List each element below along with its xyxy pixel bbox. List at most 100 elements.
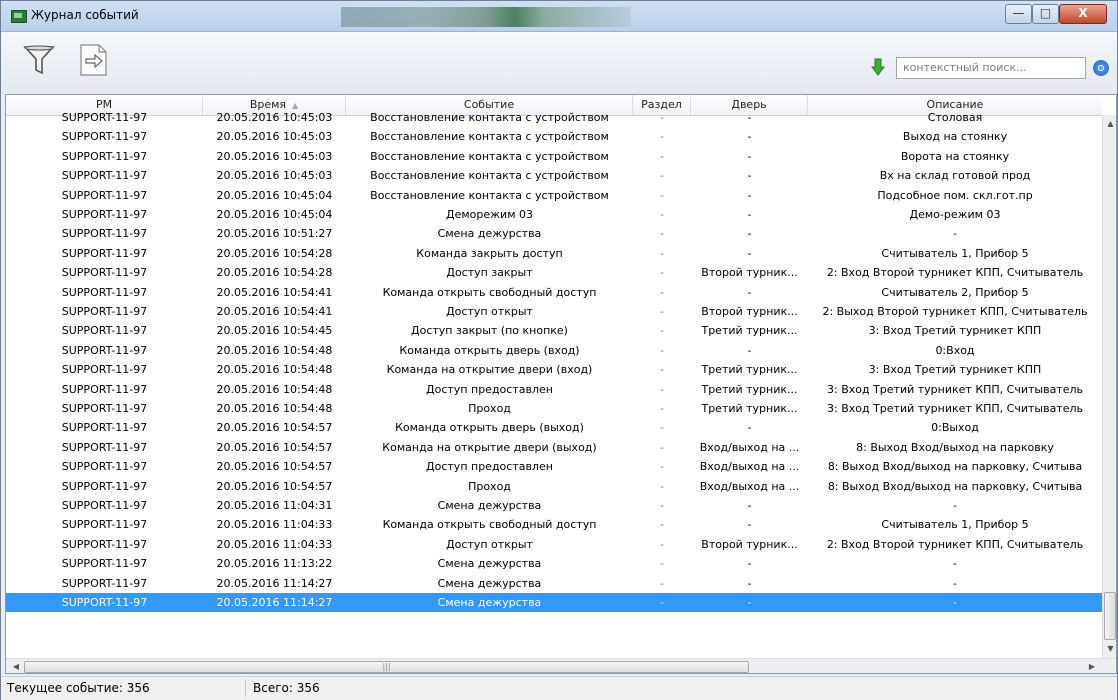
cell-section: - — [660, 324, 664, 338]
vertical-scroll-thumb[interactable] — [1104, 592, 1116, 640]
cell-time: 20.05.2016 10:45:03 — [216, 169, 333, 183]
cell-section: - — [660, 227, 664, 241]
table-row[interactable]: SUPPORT-11-97 20.05.2016 10:54:48 Команда … — [6, 341, 1102, 360]
cell-pm: SUPPORT-11-97 — [61, 421, 148, 435]
table-row[interactable]: SUPPORT-11-97 20.05.2016 10:54:45 Доступ з… — [6, 321, 1102, 340]
cell-pm: SUPPORT-11-97 — [61, 227, 148, 241]
cell-pm: SUPPORT-11-97 — [61, 169, 148, 183]
title-bar-background — [341, 7, 631, 27]
cell-door: - — [747, 518, 752, 532]
cell-description: 3: Вход Третий турникет КПП, Считыватель — [827, 402, 1083, 415]
cell-time: 20.05.2016 10:54:57 — [216, 479, 333, 493]
cell-pm: SUPPORT-11-97 — [61, 149, 148, 163]
table-row[interactable]: SUPPORT-11-97 20.05.2016 11:13:22 Смена де… — [6, 554, 1102, 573]
cell-event: Команда открыть дверь (вход) — [399, 343, 580, 357]
vertical-scrollbar[interactable]: ▲ ▼ — [1102, 115, 1116, 658]
filter-button[interactable] — [21, 42, 57, 78]
cell-pm: SUPPORT-11-97 — [61, 266, 148, 280]
table-row[interactable]: SUPPORT-11-97 20.05.2016 10:54:48 Доступ п… — [6, 380, 1102, 399]
cell-event: Деморежим 03 — [446, 208, 533, 221]
table-row[interactable]: SUPPORT-11-97 20.05.2016 10:45:03 Восстано… — [6, 147, 1102, 166]
minimize-button[interactable]: — — [1005, 4, 1032, 24]
cell-description: 0:Выход — [931, 421, 979, 435]
table-row[interactable]: SUPPORT-11-97 20.05.2016 10:54:57 Команда … — [6, 418, 1102, 437]
cell-event: Смена дежурства — [437, 499, 542, 512]
cell-description: Ворота на стоянку — [900, 149, 1010, 163]
table-row[interactable]: SUPPORT-11-97 20.05.2016 11:04:31 Смена де… — [6, 496, 1102, 515]
title-bar[interactable]: Журнал событий — □ X — [1, 1, 1117, 32]
cell-description: Выход на стоянку — [902, 130, 1008, 144]
cell-description: - — [953, 499, 957, 512]
table-row[interactable]: SUPPORT-11-97 20.05.2016 11:04:33 Доступ о… — [6, 535, 1102, 554]
scroll-right-icon[interactable]: ▶ — [1086, 661, 1098, 673]
cell-event: Проход — [468, 479, 511, 493]
cell-pm: SUPPORT-11-97 — [61, 557, 148, 571]
table-row[interactable]: SUPPORT-11-97 20.05.2016 10:54:41 Доступ о… — [6, 302, 1102, 321]
scroll-left-icon[interactable]: ◀ — [10, 661, 22, 673]
table-row[interactable]: SUPPORT-11-97 20.05.2016 10:54:57 Проход - В… — [6, 477, 1102, 496]
cell-pm: SUPPORT-11-97 — [61, 518, 148, 532]
cell-description: 0:Вход — [935, 343, 975, 357]
cell-time: 20.05.2016 10:54:48 — [216, 363, 333, 377]
cell-section: - — [660, 305, 664, 318]
table-row[interactable]: SUPPORT-11-97 20.05.2016 10:45:03 Восстано… — [6, 166, 1102, 185]
cell-event: Команда открыть свободный доступ — [382, 285, 597, 299]
search-input[interactable]: контекстный поиск... — [896, 57, 1086, 79]
scroll-down-icon[interactable]: ▼ — [1105, 644, 1116, 654]
table-row[interactable]: SUPPORT-11-97 20.05.2016 11:04:33 Команда … — [6, 515, 1102, 534]
cell-section: - — [660, 402, 664, 415]
close-button[interactable]: X — [1059, 4, 1107, 24]
cell-time: 20.05.2016 10:45:03 — [216, 111, 333, 124]
table-row[interactable]: SUPPORT-11-97 20.05.2016 10:45:03 Восстано… — [6, 108, 1102, 127]
table-row[interactable]: SUPPORT-11-97 20.05.2016 10:54:57 Команда … — [6, 438, 1102, 457]
table-row[interactable]: SUPPORT-11-97 20.05.2016 10:54:48 Проход - Т… — [6, 399, 1102, 418]
export-button[interactable] — [75, 42, 111, 78]
cell-event: Команда открыть свободный доступ — [382, 518, 597, 532]
cell-event: Восстановление контакта с устройством — [370, 188, 609, 202]
arrow-down-icon[interactable] — [871, 58, 885, 76]
cell-time: 20.05.2016 11:04:31 — [216, 499, 333, 512]
cell-door: Третий турник... — [701, 402, 798, 415]
cell-door: - — [747, 499, 752, 512]
cell-pm: SUPPORT-11-97 — [61, 246, 148, 260]
table-row[interactable]: SUPPORT-11-97 20.05.2016 10:54:48 Команда … — [6, 360, 1102, 379]
horizontal-scrollbar[interactable]: ◀ ||| ▶ — [6, 658, 1116, 673]
cell-time: 20.05.2016 10:54:57 — [216, 460, 333, 474]
cell-door: - — [747, 188, 752, 202]
table-row[interactable]: SUPPORT-11-97 20.05.2016 10:54:41 Команда … — [6, 283, 1102, 302]
table-row[interactable]: SUPPORT-11-97 20.05.2016 10:45:04 Восстано… — [6, 186, 1102, 205]
table-row[interactable]: SUPPORT-11-97 20.05.2016 10:45:03 Восстано… — [6, 127, 1102, 146]
cell-event: Доступ предоставлен — [426, 382, 553, 396]
table-row[interactable]: SUPPORT-11-97 20.05.2016 10:54:28 Доступ з… — [6, 263, 1102, 282]
cell-description: 2: Вход Второй турникет КПП, Считыватель — [826, 537, 1084, 551]
cell-event: Доступ открыт — [446, 305, 533, 318]
cell-pm: SUPPORT-11-97 — [61, 499, 148, 512]
cell-description: - — [953, 596, 957, 609]
cell-time: 20.05.2016 11:14:27 — [216, 576, 333, 590]
cell-section: - — [660, 557, 664, 571]
cell-description: Считыватель 2, Прибор 5 — [881, 285, 1029, 299]
table-row[interactable]: SUPPORT-11-97 20.05.2016 10:54:57 Доступ п… — [6, 457, 1102, 476]
cell-door: Вход/выход на ... — [699, 460, 800, 474]
scroll-up-icon[interactable]: ▲ — [1105, 119, 1116, 129]
cell-pm: SUPPORT-11-97 — [61, 479, 148, 493]
cell-door: - — [747, 576, 752, 590]
search-icon[interactable] — [1093, 60, 1109, 76]
cell-pm: SUPPORT-11-97 — [61, 596, 148, 609]
minimize-icon: — — [1012, 6, 1025, 20]
toolbar: контекстный поиск... — [1, 32, 1117, 94]
cell-time: 20.05.2016 10:45:04 — [216, 188, 333, 202]
filter-icon — [23, 45, 55, 75]
table-row[interactable]: SUPPORT-11-97 20.05.2016 11:14:27 Смена де… — [6, 574, 1102, 593]
cell-section: - — [660, 111, 664, 124]
table-row[interactable]: SUPPORT-11-97 20.05.2016 11:14:27 Смена де… — [6, 593, 1102, 613]
table-row[interactable]: SUPPORT-11-97 20.05.2016 10:51:27 Смена де… — [6, 224, 1102, 243]
horizontal-scroll-thumb[interactable]: ||| — [24, 661, 749, 673]
cell-section: - — [660, 382, 664, 396]
cell-door: - — [747, 421, 752, 435]
maximize-button[interactable]: □ — [1032, 4, 1059, 24]
table-row[interactable]: SUPPORT-11-97 20.05.2016 10:45:04 Деморежи… — [6, 205, 1102, 224]
table-row[interactable]: SUPPORT-11-97 20.05.2016 10:54:28 Команда … — [6, 244, 1102, 263]
cell-event: Проход — [468, 402, 511, 415]
cell-pm: SUPPORT-11-97 — [61, 440, 148, 454]
